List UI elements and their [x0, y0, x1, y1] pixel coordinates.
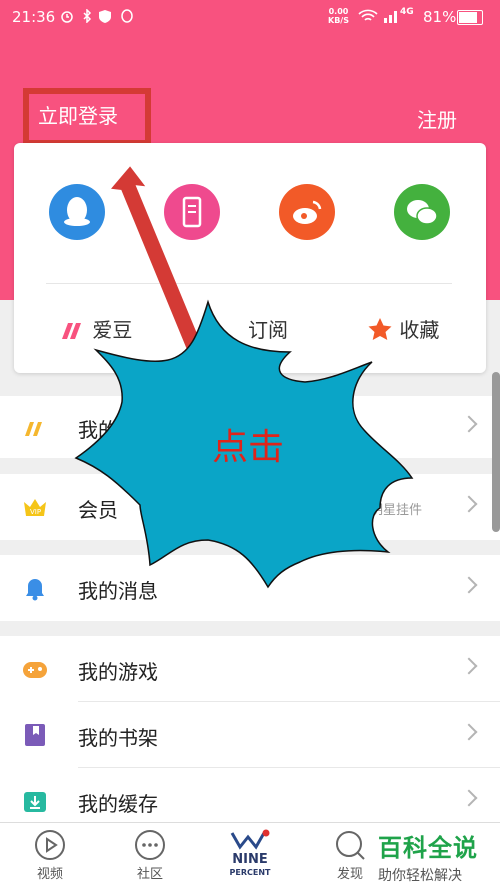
weibo-icon — [293, 200, 322, 224]
row-divider — [78, 701, 500, 702]
battery-icon — [457, 10, 483, 25]
menu-row-cache-label: 我的缓存 — [78, 792, 158, 816]
wechat-login-button[interactable] — [394, 184, 450, 240]
menu-section-2: VIP 会员 明星挂件 — [0, 474, 500, 540]
signal-icon — [383, 9, 399, 23]
book-icon — [22, 722, 48, 748]
alarm-icon — [60, 9, 74, 23]
menu-row-bookshelf[interactable]: 我的书架 — [0, 704, 500, 766]
card-divider — [46, 283, 452, 284]
nav-community[interactable]: 社区 — [110, 823, 190, 890]
nav-nine-line2: PERCENT — [229, 868, 271, 877]
net-speed-unit: KB/S — [328, 16, 349, 25]
row-divider — [78, 767, 500, 768]
qq-icon — [64, 197, 90, 226]
chevron-right-icon — [460, 723, 478, 741]
menu-row-messages-label: 我的消息 — [78, 579, 158, 603]
chevron-right-icon — [460, 415, 478, 433]
my-idol-icon — [22, 414, 48, 440]
chevron-right-icon — [460, 789, 478, 807]
phone-icon — [182, 196, 202, 228]
shortcut-idol-label: 爱豆 — [92, 318, 133, 342]
bell-icon — [22, 575, 48, 601]
menu-row-games[interactable]: 我的游戏 — [0, 638, 500, 700]
weibo-login-button[interactable] — [279, 184, 335, 240]
status-bar: 21:36 0.00 KB/S 4G 81% — [0, 0, 500, 34]
qq-login-button[interactable] — [49, 184, 105, 240]
watermark: 百科全说 助你轻松解决 — [378, 828, 478, 885]
bluetooth-icon — [80, 8, 94, 24]
menu-row-my-label: 我的 — [78, 418, 118, 442]
vip-extra-text: 明星挂件 — [370, 503, 423, 518]
wechat-icon — [407, 200, 438, 225]
menu-row-games-label: 我的游戏 — [78, 660, 158, 684]
login-highlight-box — [23, 88, 151, 146]
idol-icon — [62, 323, 81, 339]
click-annotation-label: 点击 — [212, 427, 285, 468]
network-type: 4G — [400, 7, 414, 17]
phone-login-button[interactable] — [164, 184, 220, 240]
register-button[interactable]: 注册 — [417, 104, 457, 133]
shortcut-subscribe[interactable]: 订阅 — [248, 314, 288, 343]
nav-nine-line1: NINE — [232, 852, 268, 867]
chat-icon — [135, 830, 165, 860]
menu-row-vip[interactable]: VIP 会员 明星挂件 — [0, 476, 500, 538]
play-icon — [35, 830, 65, 860]
menu-row-vip-label: 会员 — [78, 498, 118, 522]
discover-search-icon — [336, 831, 365, 860]
net-speed: 0.00 KB/S — [328, 7, 349, 25]
net-speed-value: 0.00 — [328, 7, 349, 16]
shield-icon — [98, 9, 112, 23]
wifi-icon — [358, 9, 378, 23]
menu-row-bookshelf-label: 我的书架 — [78, 726, 158, 750]
nine-percent-logo-icon — [230, 829, 270, 850]
shortcut-favorite[interactable]: 收藏 — [367, 314, 439, 343]
star-icon — [368, 318, 392, 340]
status-time: 21:36 — [12, 8, 56, 26]
chevron-right-icon — [460, 576, 478, 594]
gamepad-icon — [22, 656, 48, 682]
nav-community-label: 社区 — [136, 867, 163, 882]
shortcut-subscribe-label: 订阅 — [248, 318, 288, 342]
shortcut-favorite-label: 收藏 — [399, 318, 440, 342]
chevron-right-icon — [460, 495, 478, 513]
vip-crown-icon: VIP — [22, 494, 48, 520]
nav-video[interactable]: 视频 — [10, 823, 90, 890]
qq-notify-icon — [120, 9, 134, 23]
menu-section-4: 我的游戏 我的书架 我的缓存 — [0, 636, 500, 822]
download-icon — [22, 788, 48, 814]
svg-text:VIP: VIP — [30, 508, 41, 516]
menu-row-messages[interactable]: 我的消息 — [0, 557, 500, 619]
watermark-title: 百科全说 — [378, 834, 478, 862]
nav-video-label: 视频 — [36, 867, 63, 882]
scrollbar[interactable] — [492, 372, 500, 532]
chevron-right-icon — [460, 657, 478, 675]
shortcut-idol[interactable]: 爱豆 — [60, 314, 132, 343]
battery-percent: 81% — [423, 8, 457, 26]
nav-nine-percent[interactable]: NINE PERCENT — [210, 823, 290, 890]
watermark-subtitle: 助你轻松解决 — [378, 868, 462, 884]
menu-section-3: 我的消息 — [0, 555, 500, 621]
